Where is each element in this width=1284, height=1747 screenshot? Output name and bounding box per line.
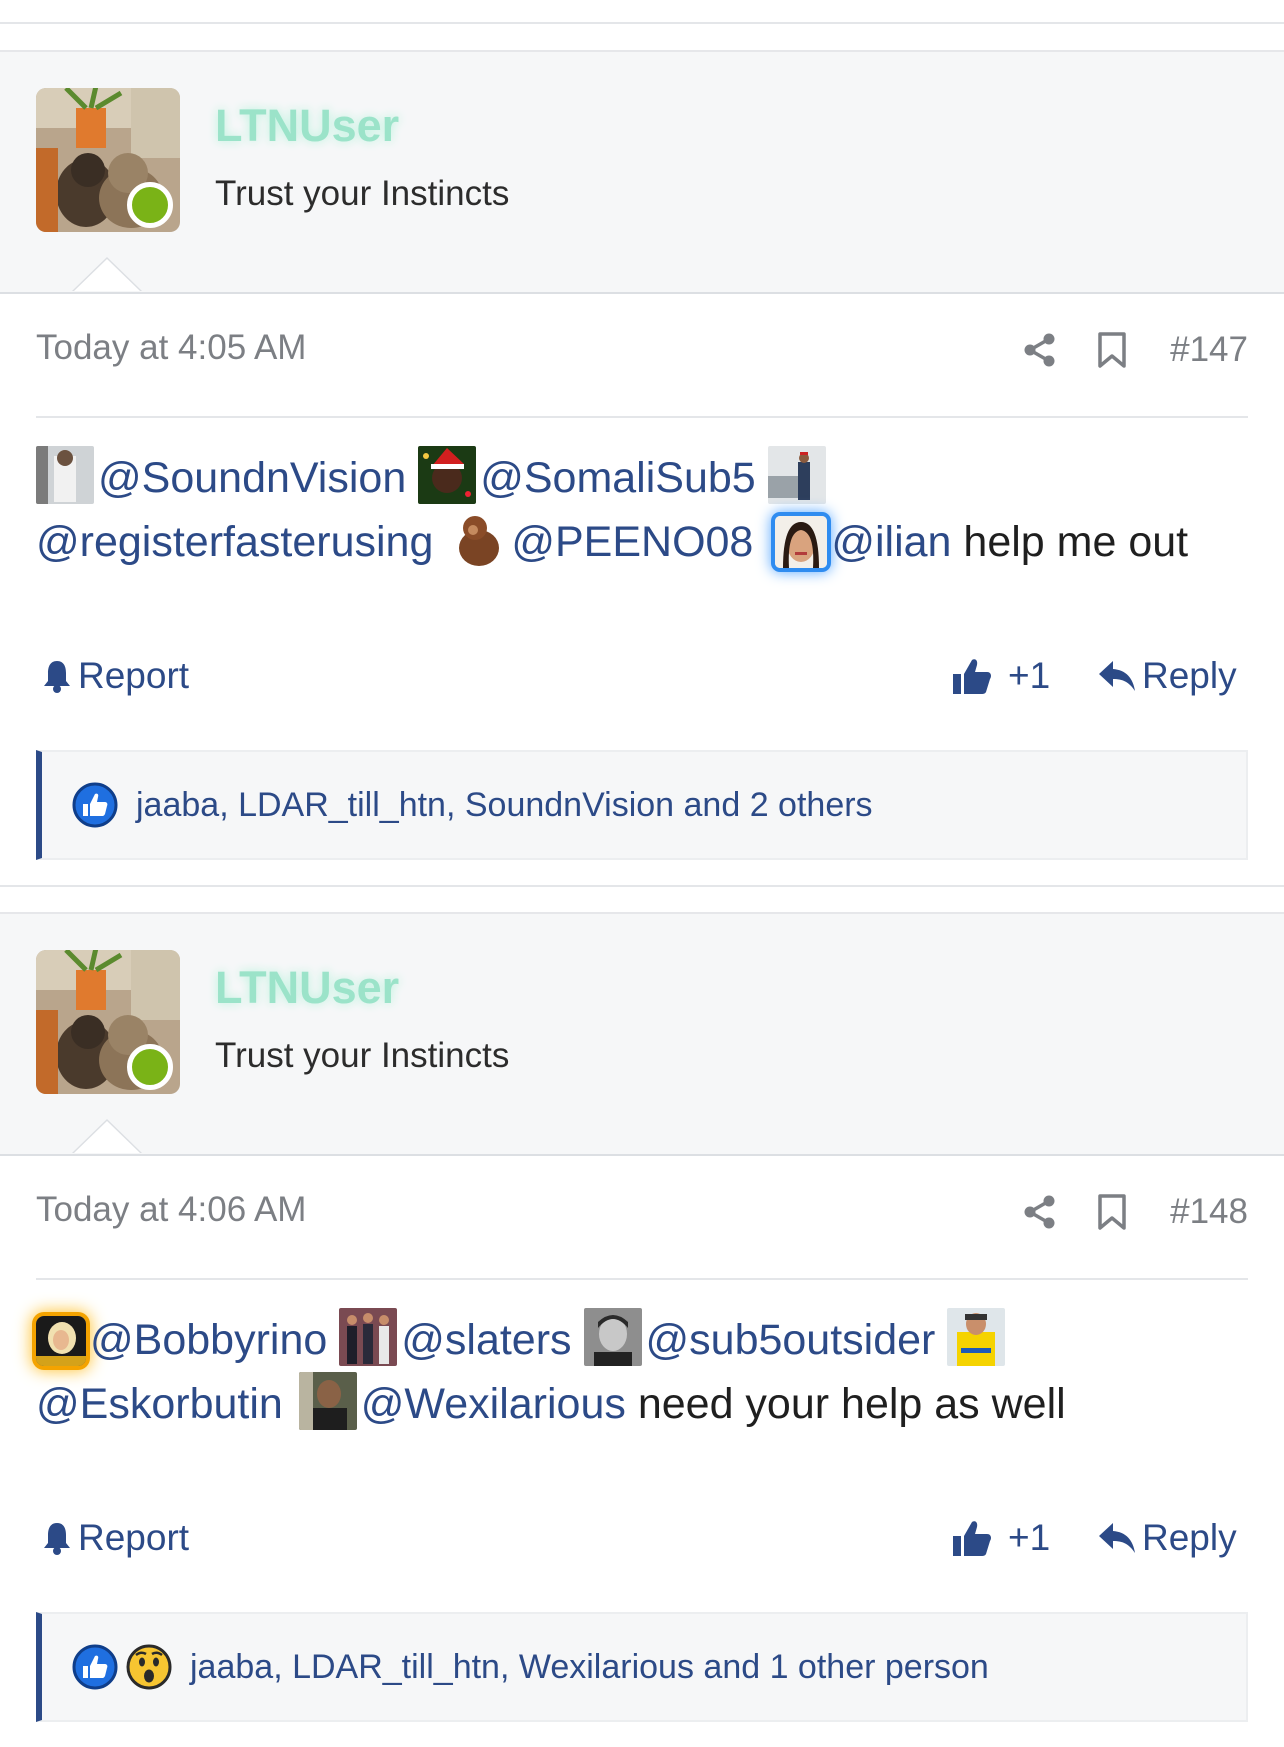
reply-icon bbox=[1099, 661, 1135, 691]
like-button[interactable]: +1 bbox=[952, 1508, 1050, 1568]
post-148: LTNUser Trust your Instincts Today at 4:… bbox=[0, 912, 1284, 1742]
mention-link[interactable]: @SomaliSub5 bbox=[480, 454, 756, 502]
bookmark-icon[interactable] bbox=[1090, 1190, 1134, 1234]
meta-divider bbox=[36, 416, 1248, 418]
post-actions: Report +1 Reply bbox=[36, 1508, 1248, 1568]
thumbs-up-icon bbox=[953, 659, 991, 694]
bookmark-icon[interactable] bbox=[1090, 328, 1134, 372]
mention-avatar bbox=[767, 446, 826, 504]
mention-avatar bbox=[775, 516, 828, 568]
mention-avatar bbox=[947, 1308, 1006, 1366]
mention-link[interactable]: @PEENO08 bbox=[511, 518, 753, 566]
post-separator bbox=[0, 885, 1284, 887]
post-timestamp[interactable]: Today at 4:05 AM bbox=[36, 328, 306, 368]
post-number[interactable]: #147 bbox=[1170, 330, 1248, 370]
post-number[interactable]: #148 bbox=[1170, 1192, 1248, 1232]
report-button[interactable]: Report bbox=[42, 646, 189, 706]
likes-text[interactable]: jaaba, LDAR_till_htn, SoundnVision and 2… bbox=[136, 786, 873, 825]
report-button[interactable]: Report bbox=[42, 1508, 189, 1568]
mention-link[interactable]: @SoundnVision bbox=[98, 454, 406, 502]
share-icon[interactable] bbox=[1018, 328, 1062, 372]
bell-icon bbox=[44, 1523, 70, 1555]
mention-avatar bbox=[449, 510, 508, 568]
mention-link[interactable]: @Bobbyrino bbox=[90, 1316, 327, 1364]
wow-reaction-icon bbox=[126, 1644, 172, 1690]
author-tagline: Trust your Instincts bbox=[215, 1036, 510, 1075]
mention-avatar bbox=[418, 446, 477, 504]
thumbs-up-icon bbox=[953, 1521, 991, 1556]
mention-link[interactable]: @registerfasterusing bbox=[36, 518, 433, 566]
online-status-indicator bbox=[127, 1044, 173, 1090]
post-message: need your help as well bbox=[637, 1380, 1066, 1428]
online-status-indicator bbox=[127, 182, 173, 228]
author-tagline: Trust your Instincts bbox=[215, 174, 510, 213]
mention-link[interactable]: @slaters bbox=[401, 1316, 571, 1364]
mention-avatar bbox=[339, 1308, 398, 1366]
likes-summary[interactable]: jaaba, LDAR_till_htn, Wexilarious and 1 … bbox=[36, 1612, 1248, 1722]
like-reaction-icon bbox=[72, 782, 118, 828]
like-button[interactable]: +1 bbox=[952, 646, 1050, 706]
likes-text[interactable]: jaaba, LDAR_till_htn, Wexilarious and 1 … bbox=[190, 1648, 989, 1687]
likes-summary[interactable]: jaaba, LDAR_till_htn, SoundnVision and 2… bbox=[36, 750, 1248, 860]
mention-link[interactable]: @Eskorbutin bbox=[36, 1380, 283, 1428]
reply-icon bbox=[1099, 1523, 1135, 1553]
post-meta: Today at 4:05 AM #147 bbox=[36, 320, 1248, 380]
post-author-header: LTNUser Trust your Instincts bbox=[0, 912, 1284, 1156]
bell-icon bbox=[44, 661, 70, 693]
author-username[interactable]: LTNUser bbox=[215, 100, 399, 152]
post-author-header: LTNUser Trust your Instincts bbox=[0, 50, 1284, 294]
reply-button[interactable]: Reply bbox=[1098, 1508, 1237, 1568]
top-divider bbox=[0, 22, 1284, 24]
header-pointer bbox=[72, 1119, 142, 1153]
post-body: @Bobbyrino @slaters @sub5outsider @Eskor… bbox=[36, 1308, 1251, 1436]
share-icon[interactable] bbox=[1018, 1190, 1062, 1234]
post-message: help me out bbox=[963, 518, 1189, 566]
mention-link[interactable]: @sub5outsider bbox=[646, 1316, 936, 1364]
reply-button[interactable]: Reply bbox=[1098, 646, 1237, 706]
mention-link[interactable]: @Wexilarious bbox=[361, 1380, 626, 1428]
header-pointer bbox=[72, 257, 142, 291]
post-actions: Report +1 Reply bbox=[36, 646, 1248, 706]
author-username[interactable]: LTNUser bbox=[215, 962, 399, 1014]
post-meta: Today at 4:06 AM #148 bbox=[36, 1182, 1248, 1242]
like-reaction-icon bbox=[72, 1644, 118, 1690]
mention-link[interactable]: @ilian bbox=[831, 518, 951, 566]
post-body: @SoundnVision @SomaliSub5 @registerfaste… bbox=[36, 446, 1251, 574]
mention-avatar bbox=[298, 1372, 357, 1430]
mention-avatar bbox=[36, 446, 94, 504]
meta-divider bbox=[36, 1278, 1248, 1280]
post-timestamp[interactable]: Today at 4:06 AM bbox=[36, 1190, 306, 1230]
mention-avatar bbox=[583, 1308, 642, 1366]
mention-avatar bbox=[36, 1316, 86, 1366]
post-147: LTNUser Trust your Instincts Today at 4:… bbox=[0, 50, 1284, 880]
